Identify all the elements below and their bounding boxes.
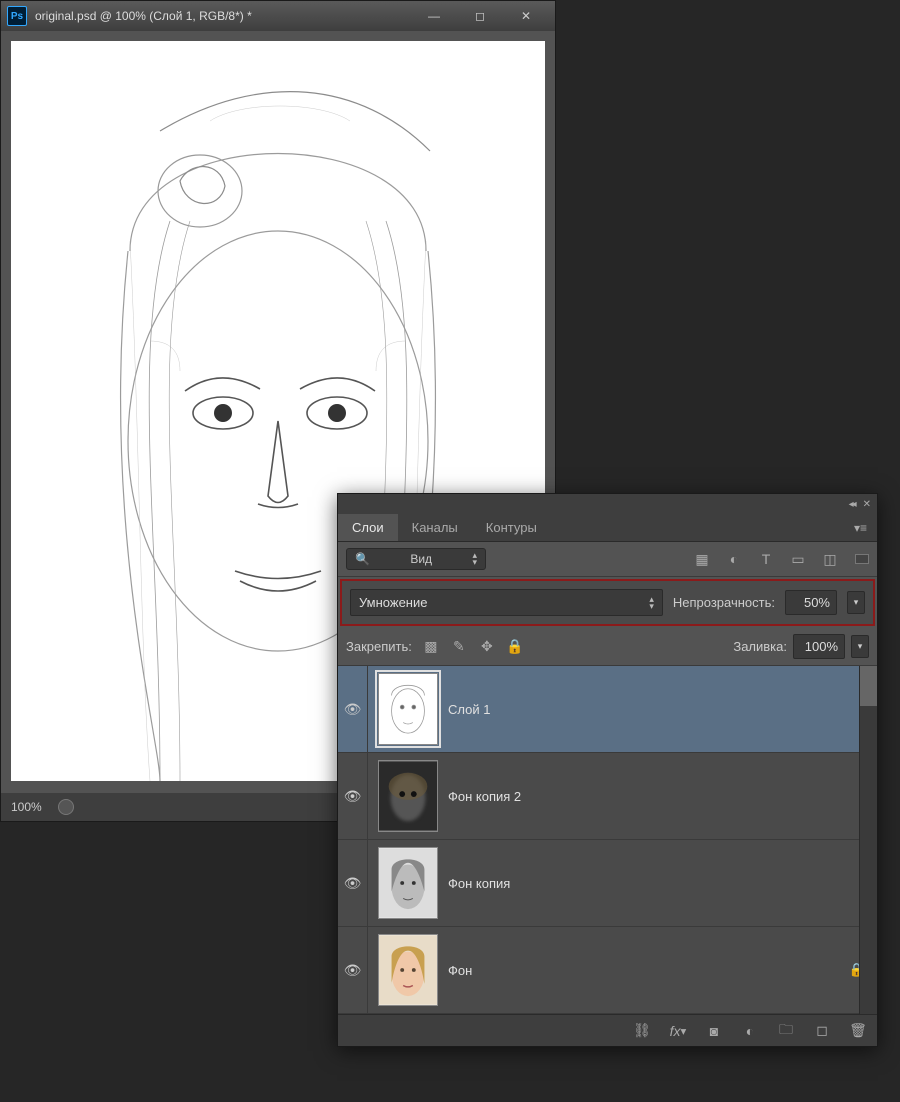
opacity-value[interactable]: 50% bbox=[785, 590, 837, 615]
collapse-icon[interactable]: ◂◂ bbox=[849, 499, 855, 510]
close-icon: ✕ bbox=[521, 9, 531, 23]
layer-mask-icon[interactable]: ◙ bbox=[705, 1022, 723, 1040]
maximize-button[interactable]: ◻ bbox=[457, 5, 503, 27]
layer-row[interactable]: 👁 Фон 🔒 bbox=[338, 927, 877, 1014]
lock-position-icon[interactable]: ✥ bbox=[478, 638, 496, 656]
fill-value[interactable]: 100% bbox=[793, 634, 845, 659]
visibility-toggle[interactable]: 👁 bbox=[338, 753, 368, 839]
visibility-toggle[interactable]: 👁 bbox=[338, 927, 368, 1013]
layer-name[interactable]: Слой 1 bbox=[448, 702, 877, 717]
layers-list: 👁 Слой 1 👁 Фон копия 2 👁 Фон копия 👁 bbox=[338, 666, 877, 1014]
layers-scrollbar[interactable] bbox=[859, 666, 877, 1014]
blend-mode-select[interactable]: Умножение ▴▾ bbox=[350, 589, 663, 616]
layer-thumbnail[interactable] bbox=[378, 847, 438, 919]
blend-row: Умножение ▴▾ Непрозрачность: 50% ▾ bbox=[340, 579, 875, 626]
filter-smart-icon[interactable]: ◫ bbox=[821, 550, 839, 568]
opacity-label[interactable]: Непрозрачность: bbox=[673, 595, 775, 610]
app-icon: Ps bbox=[7, 6, 27, 26]
eye-icon: 👁 bbox=[344, 875, 362, 892]
panel-close-icon[interactable]: ✕ bbox=[863, 499, 871, 510]
opacity-dropdown[interactable]: ▾ bbox=[847, 591, 865, 614]
chevron-updown-icon: ▴▾ bbox=[472, 552, 477, 566]
layers-panel: ◂◂ ✕ Слои Каналы Контуры ▾≡ 🔍 Вид ▴▾ ▦ ◐… bbox=[337, 493, 878, 1047]
filter-kind-label: Вид bbox=[410, 552, 432, 566]
tab-paths[interactable]: Контуры bbox=[472, 514, 551, 541]
adjustment-layer-icon[interactable]: ◐ bbox=[741, 1022, 759, 1040]
visibility-toggle[interactable]: 👁 bbox=[338, 666, 368, 752]
document-title: original.psd @ 100% (Слой 1, RGB/8*) * bbox=[35, 9, 252, 23]
chevron-updown-icon: ▴▾ bbox=[649, 596, 654, 610]
filter-row: 🔍 Вид ▴▾ ▦ ◐ T ▭ ◫ bbox=[338, 542, 877, 577]
layer-thumbnail[interactable] bbox=[378, 760, 438, 832]
panel-menu-icon[interactable]: ▾≡ bbox=[844, 521, 877, 535]
new-layer-icon[interactable]: ◻ bbox=[813, 1022, 831, 1040]
layer-row[interactable]: 👁 Слой 1 bbox=[338, 666, 877, 753]
eye-icon: 👁 bbox=[344, 788, 362, 805]
layer-filter-kind[interactable]: 🔍 Вид ▴▾ bbox=[346, 548, 486, 570]
tab-layers[interactable]: Слои bbox=[338, 514, 398, 541]
eye-icon: 👁 bbox=[344, 962, 362, 979]
panel-tabs: Слои Каналы Контуры ▾≡ bbox=[338, 514, 877, 542]
scrollbar-thumb[interactable] bbox=[860, 666, 877, 706]
close-button[interactable]: ✕ bbox=[503, 5, 549, 27]
lock-label: Закрепить: bbox=[346, 639, 412, 654]
minimize-icon: — bbox=[428, 9, 440, 23]
lock-pixels-icon[interactable]: ✎ bbox=[450, 638, 468, 656]
maximize-icon: ◻ bbox=[475, 9, 485, 23]
filter-type-icon[interactable]: T bbox=[757, 550, 775, 568]
document-titlebar[interactable]: Ps original.psd @ 100% (Слой 1, RGB/8*) … bbox=[1, 1, 555, 31]
filter-pixel-icon[interactable]: ▦ bbox=[693, 550, 711, 568]
filter-icons: ▦ ◐ T ▭ ◫ bbox=[693, 550, 839, 568]
lock-transparency-icon[interactable]: ▩ bbox=[422, 638, 440, 656]
filter-adjustment-icon[interactable]: ◐ bbox=[725, 550, 743, 568]
tab-channels[interactable]: Каналы bbox=[398, 514, 472, 541]
lock-row: Закрепить: ▩ ✎ ✥ 🔒 Заливка: 100% ▾ bbox=[338, 628, 877, 666]
layer-name[interactable]: Фон копия bbox=[448, 876, 877, 891]
visibility-toggle[interactable]: 👁 bbox=[338, 840, 368, 926]
status-icon[interactable] bbox=[58, 799, 74, 815]
layer-name[interactable]: Фон bbox=[448, 963, 849, 978]
lock-all-icon[interactable]: 🔒 bbox=[506, 638, 524, 656]
eye-icon: 👁 bbox=[344, 701, 362, 718]
search-icon: 🔍 bbox=[355, 552, 370, 566]
fill-dropdown[interactable]: ▾ bbox=[851, 635, 869, 658]
layer-group-icon[interactable]: 🗀 bbox=[777, 1022, 795, 1040]
layer-row[interactable]: 👁 Фон копия bbox=[338, 840, 877, 927]
layer-name[interactable]: Фон копия 2 bbox=[448, 789, 877, 804]
zoom-level[interactable]: 100% bbox=[11, 800, 42, 814]
filter-toggle[interactable] bbox=[855, 554, 869, 564]
panel-header[interactable]: ◂◂ ✕ bbox=[338, 494, 877, 514]
minimize-button[interactable]: — bbox=[411, 5, 457, 27]
link-layers-icon[interactable]: ⛓ bbox=[633, 1022, 651, 1040]
layer-thumbnail[interactable] bbox=[378, 673, 438, 745]
fill-label[interactable]: Заливка: bbox=[733, 639, 787, 654]
blend-mode-value: Умножение bbox=[359, 595, 427, 610]
delete-layer-icon[interactable]: 🗑 bbox=[849, 1022, 867, 1040]
filter-shape-icon[interactable]: ▭ bbox=[789, 550, 807, 568]
panel-footer: ⛓ fx▾ ◙ ◐ 🗀 ◻ 🗑 bbox=[338, 1014, 877, 1046]
layer-thumbnail[interactable] bbox=[378, 934, 438, 1006]
layer-effects-icon[interactable]: fx▾ bbox=[669, 1022, 687, 1040]
layer-row[interactable]: 👁 Фон копия 2 bbox=[338, 753, 877, 840]
